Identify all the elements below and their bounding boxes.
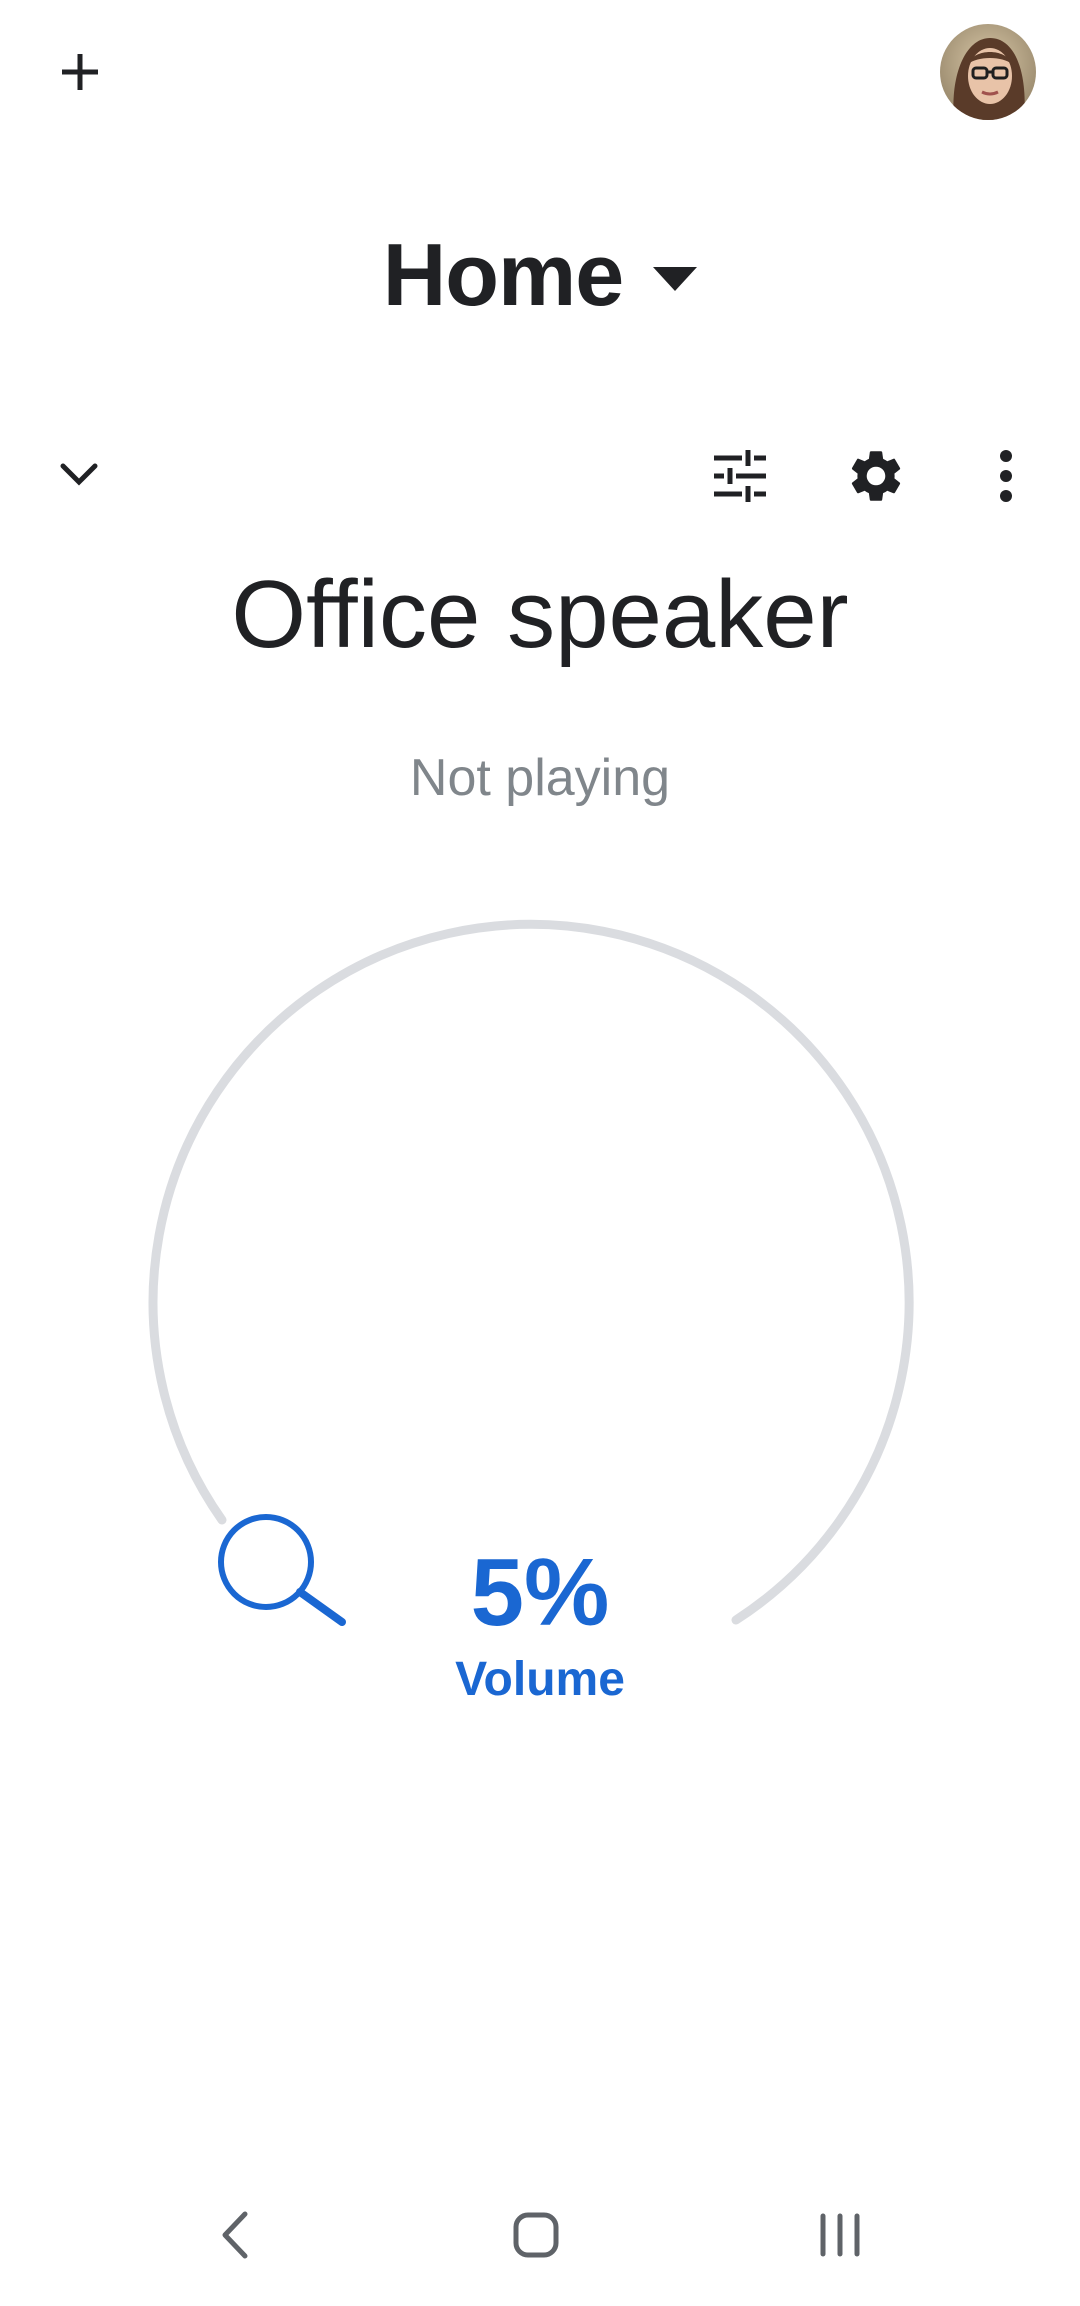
chevron-down-icon <box>60 463 98 486</box>
home-icon <box>513 2212 559 2258</box>
playback-status: Not playing <box>409 749 671 807</box>
volume-value: 5% <box>470 1539 610 1646</box>
add-button[interactable] <box>40 32 120 112</box>
home-button[interactable] <box>466 2180 606 2290</box>
volume-label: Volume <box>455 1653 625 1706</box>
avatar[interactable] <box>940 24 1036 120</box>
settings-button[interactable] <box>836 436 916 516</box>
back-button[interactable] <box>164 2180 304 2290</box>
more-options-button[interactable] <box>966 436 1046 516</box>
equalizer-icon <box>714 450 766 502</box>
back-icon <box>222 2211 248 2259</box>
home-title: Home <box>382 225 624 324</box>
home-selector[interactable]: Home <box>0 220 1080 330</box>
equalizer-button[interactable] <box>700 436 780 516</box>
more-vert-icon <box>1000 450 1012 502</box>
collapse-button[interactable] <box>44 440 114 510</box>
dropdown-caret-icon <box>653 267 698 291</box>
gear-icon <box>851 451 901 501</box>
plus-icon <box>62 54 98 90</box>
system-nav-bar <box>0 2180 1080 2290</box>
device-name: Office speaker <box>231 561 849 668</box>
recents-icon <box>820 2213 860 2257</box>
recents-button[interactable] <box>770 2180 910 2290</box>
